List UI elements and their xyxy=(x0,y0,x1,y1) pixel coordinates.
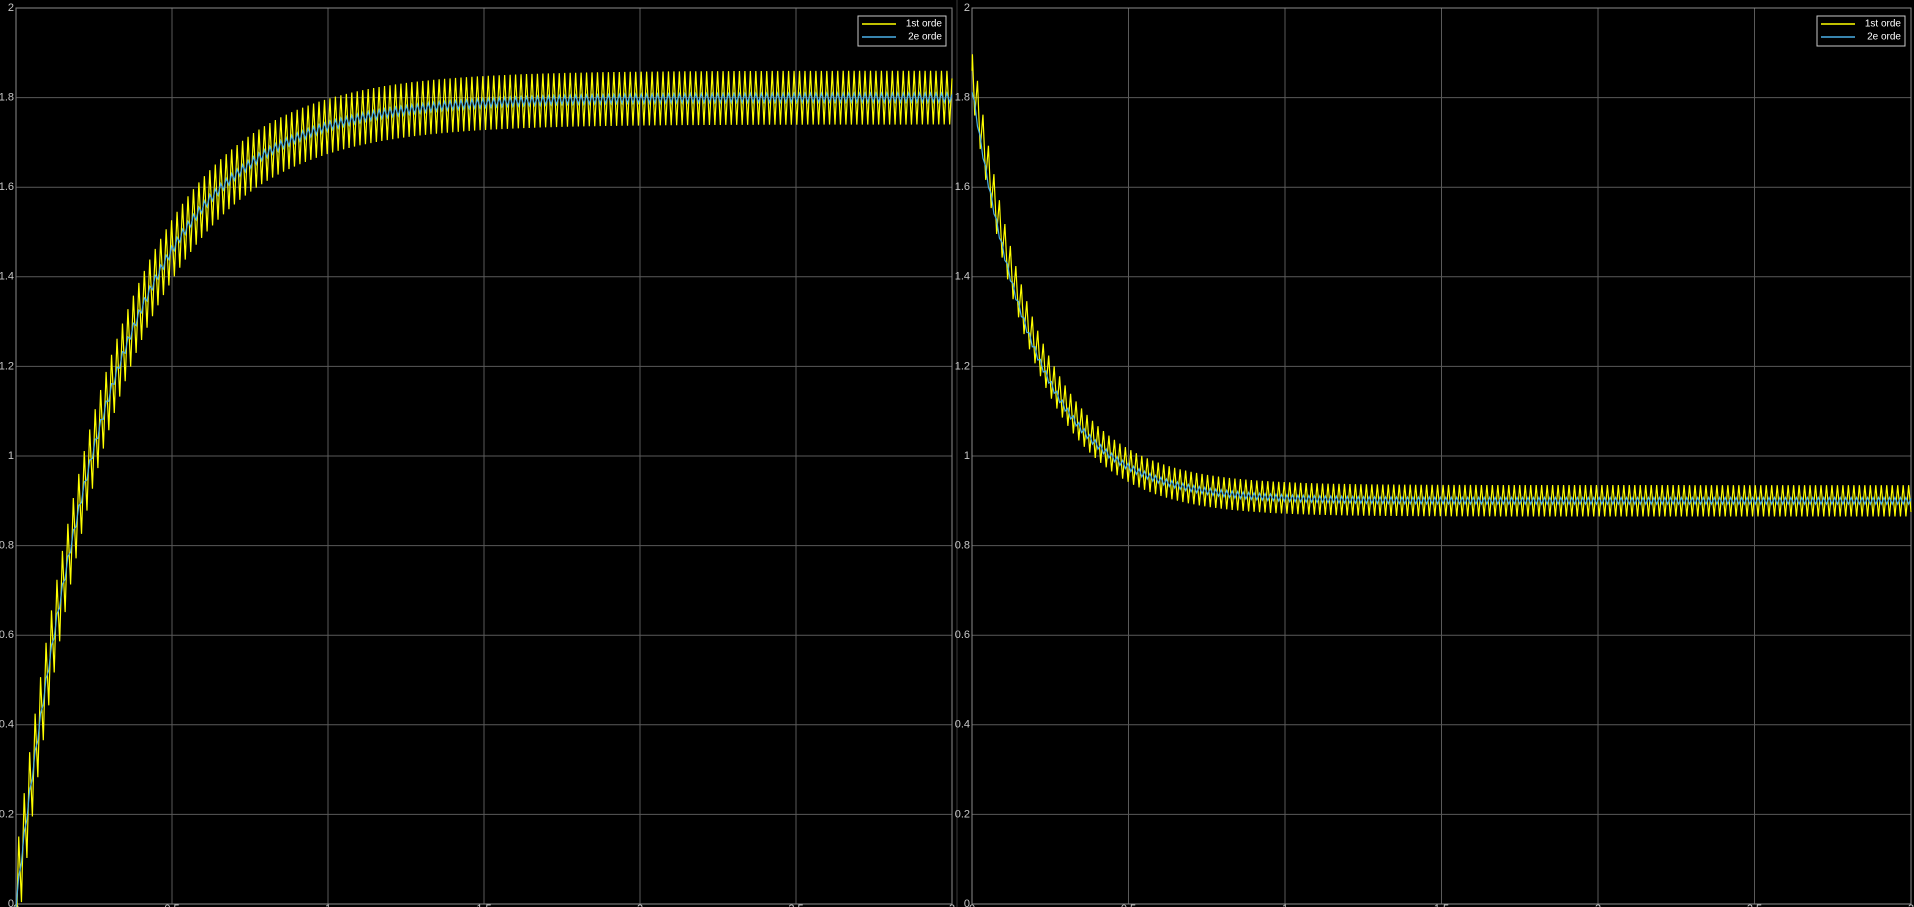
y-tick-label: 1.6 xyxy=(955,181,970,193)
legend: 1st orde 2e orde xyxy=(1816,15,1906,47)
x-tick-label: 1.5 xyxy=(1434,903,1449,907)
y-tick-label: 0.6 xyxy=(0,629,14,641)
x-tick-label: 1.5 xyxy=(476,903,491,907)
y-tick-label: 1.4 xyxy=(0,271,14,283)
y-tick-label: 0 xyxy=(8,898,14,907)
y-tick-label: 0.4 xyxy=(955,719,970,731)
y-tick-label: 0 xyxy=(964,898,970,907)
y-tick-label: 0.6 xyxy=(955,629,970,641)
x-tick-label: 2 xyxy=(1595,903,1601,907)
y-tick-label: 1 xyxy=(8,450,14,462)
y-tick-label: 1.2 xyxy=(0,360,14,372)
y-tick-label: 1.8 xyxy=(0,92,14,104)
legend-label: 1st orde xyxy=(906,19,943,30)
y-tick-label: 2 xyxy=(8,2,14,14)
x-tick-label: 1 xyxy=(1282,903,1288,907)
y-tick-label: 0.8 xyxy=(955,540,970,552)
x-tick-label: 3 xyxy=(949,903,955,907)
scope-panel-1: 00.511.522.5300.20.40.60.811.21.41.61.82… xyxy=(0,2,955,907)
x-tick-label: 2.5 xyxy=(1747,903,1762,907)
y-tick-label: 1.2 xyxy=(955,360,970,372)
y-tick-label: 2 xyxy=(964,2,970,14)
legend-label: 2e orde xyxy=(1867,32,1901,43)
scope-figure: 0 0.5 1 1.5 2 2.5 3 0 0.2 0.4 0.6 0.8 1 1.2 1.4 1.6 1.8 2… xyxy=(0,0,1914,907)
x-tick-label: 2.5 xyxy=(788,903,803,907)
y-tick-label: 1.4 xyxy=(955,271,970,283)
scope-panel-2: 00.511.522.5300.20.40.60.811.21.41.61.82… xyxy=(955,2,1914,907)
x-tick-label: 1 xyxy=(325,903,331,907)
y-tick-label: 0.8 xyxy=(0,540,14,552)
legend-label: 1st orde xyxy=(1865,19,1902,30)
y-tick-label: 1.8 xyxy=(955,92,970,104)
x-tick-label: 0.5 xyxy=(164,903,179,907)
y-tick-label: 1.6 xyxy=(0,181,14,193)
y-tick-label: 0.4 xyxy=(0,719,14,731)
x-tick-label: 2 xyxy=(637,903,643,907)
x-tick-label: 0.5 xyxy=(1121,903,1136,907)
y-tick-label: 0.2 xyxy=(0,808,14,820)
legend: 1st orde 2e orde xyxy=(857,15,947,47)
x-tick-label: 3 xyxy=(1908,903,1914,907)
legend-label: 2e orde xyxy=(908,32,942,43)
y-tick-label: 1 xyxy=(964,450,970,462)
y-tick-label: 0.2 xyxy=(955,808,970,820)
